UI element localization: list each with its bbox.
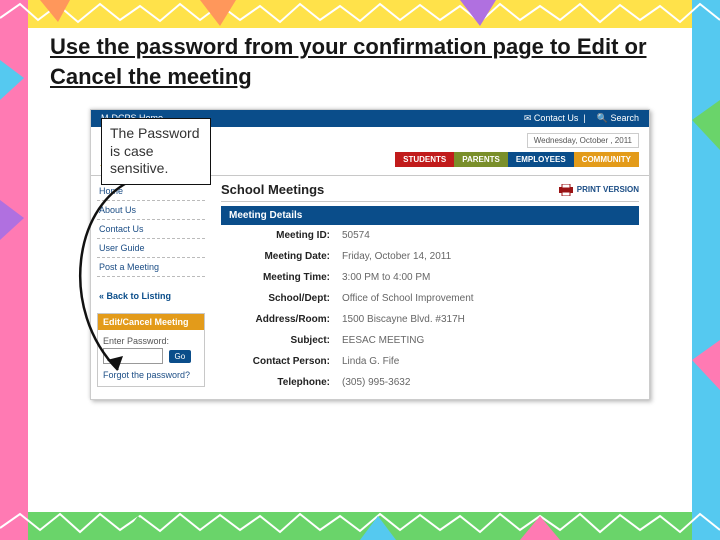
meeting-details-table: Meeting ID:50574 Meeting Date:Friday, Oc… bbox=[221, 225, 639, 393]
password-input[interactable] bbox=[103, 348, 163, 364]
printer-icon bbox=[558, 184, 574, 196]
table-row: Meeting Time:3:00 PM to 4:00 PM bbox=[221, 267, 639, 288]
table-row: Meeting Date:Friday, October 14, 2011 bbox=[221, 246, 639, 267]
table-row: School/Dept:Office of School Improvement bbox=[221, 288, 639, 309]
contact-link[interactable]: ✉ Contact Us bbox=[524, 113, 579, 123]
main-content: School Meetings PRINT VERSION Meeting De… bbox=[211, 176, 649, 399]
table-row: Meeting ID:50574 bbox=[221, 225, 639, 246]
edit-cancel-heading: Edit/Cancel Meeting bbox=[98, 314, 204, 330]
table-row: Subject:EESAC MEETING bbox=[221, 330, 639, 351]
callout-password-case: The Password is case sensitive. bbox=[101, 118, 211, 185]
side-link[interactable]: Post a Meeting bbox=[97, 258, 205, 277]
back-to-listing[interactable]: « Back to Listing bbox=[97, 287, 205, 305]
table-row: Contact Person:Linda G. Fife bbox=[221, 351, 639, 372]
side-link[interactable]: User Guide bbox=[97, 239, 205, 258]
slide-title: Use the password from your confirmation … bbox=[50, 32, 670, 91]
date-display: Wednesday, October , 2011 bbox=[527, 133, 639, 148]
search-link[interactable]: 🔍 Search bbox=[597, 113, 639, 123]
screenshot: The Password is case sensitive. M-DCPS H… bbox=[90, 109, 650, 400]
enter-password-label: Enter Password: bbox=[103, 336, 199, 346]
sidebar: Home About Us Contact Us User Guide Post… bbox=[91, 176, 211, 399]
side-link[interactable]: About Us bbox=[97, 201, 205, 220]
table-row: Address/Room:1500 Biscayne Blvd. #317H bbox=[221, 309, 639, 330]
nav-students[interactable]: STUDENTS bbox=[395, 152, 454, 167]
table-row: Telephone:(305) 995-3632 bbox=[221, 372, 639, 393]
nav-parents[interactable]: PARENTS bbox=[454, 152, 508, 167]
side-link[interactable]: Home bbox=[97, 182, 205, 201]
side-link[interactable]: Contact Us bbox=[97, 220, 205, 239]
nav-employees[interactable]: EMPLOYEES bbox=[508, 152, 574, 167]
main-heading: School Meetings bbox=[221, 182, 324, 197]
print-version-link[interactable]: PRINT VERSION bbox=[558, 184, 639, 196]
forgot-password-link[interactable]: Forgot the password? bbox=[103, 370, 199, 380]
go-button[interactable]: Go bbox=[169, 350, 192, 363]
details-heading: Meeting Details bbox=[221, 206, 639, 225]
nav-community[interactable]: COMMUNITY bbox=[574, 152, 639, 167]
edit-cancel-box: Edit/Cancel Meeting Enter Password: Go F… bbox=[97, 313, 205, 387]
